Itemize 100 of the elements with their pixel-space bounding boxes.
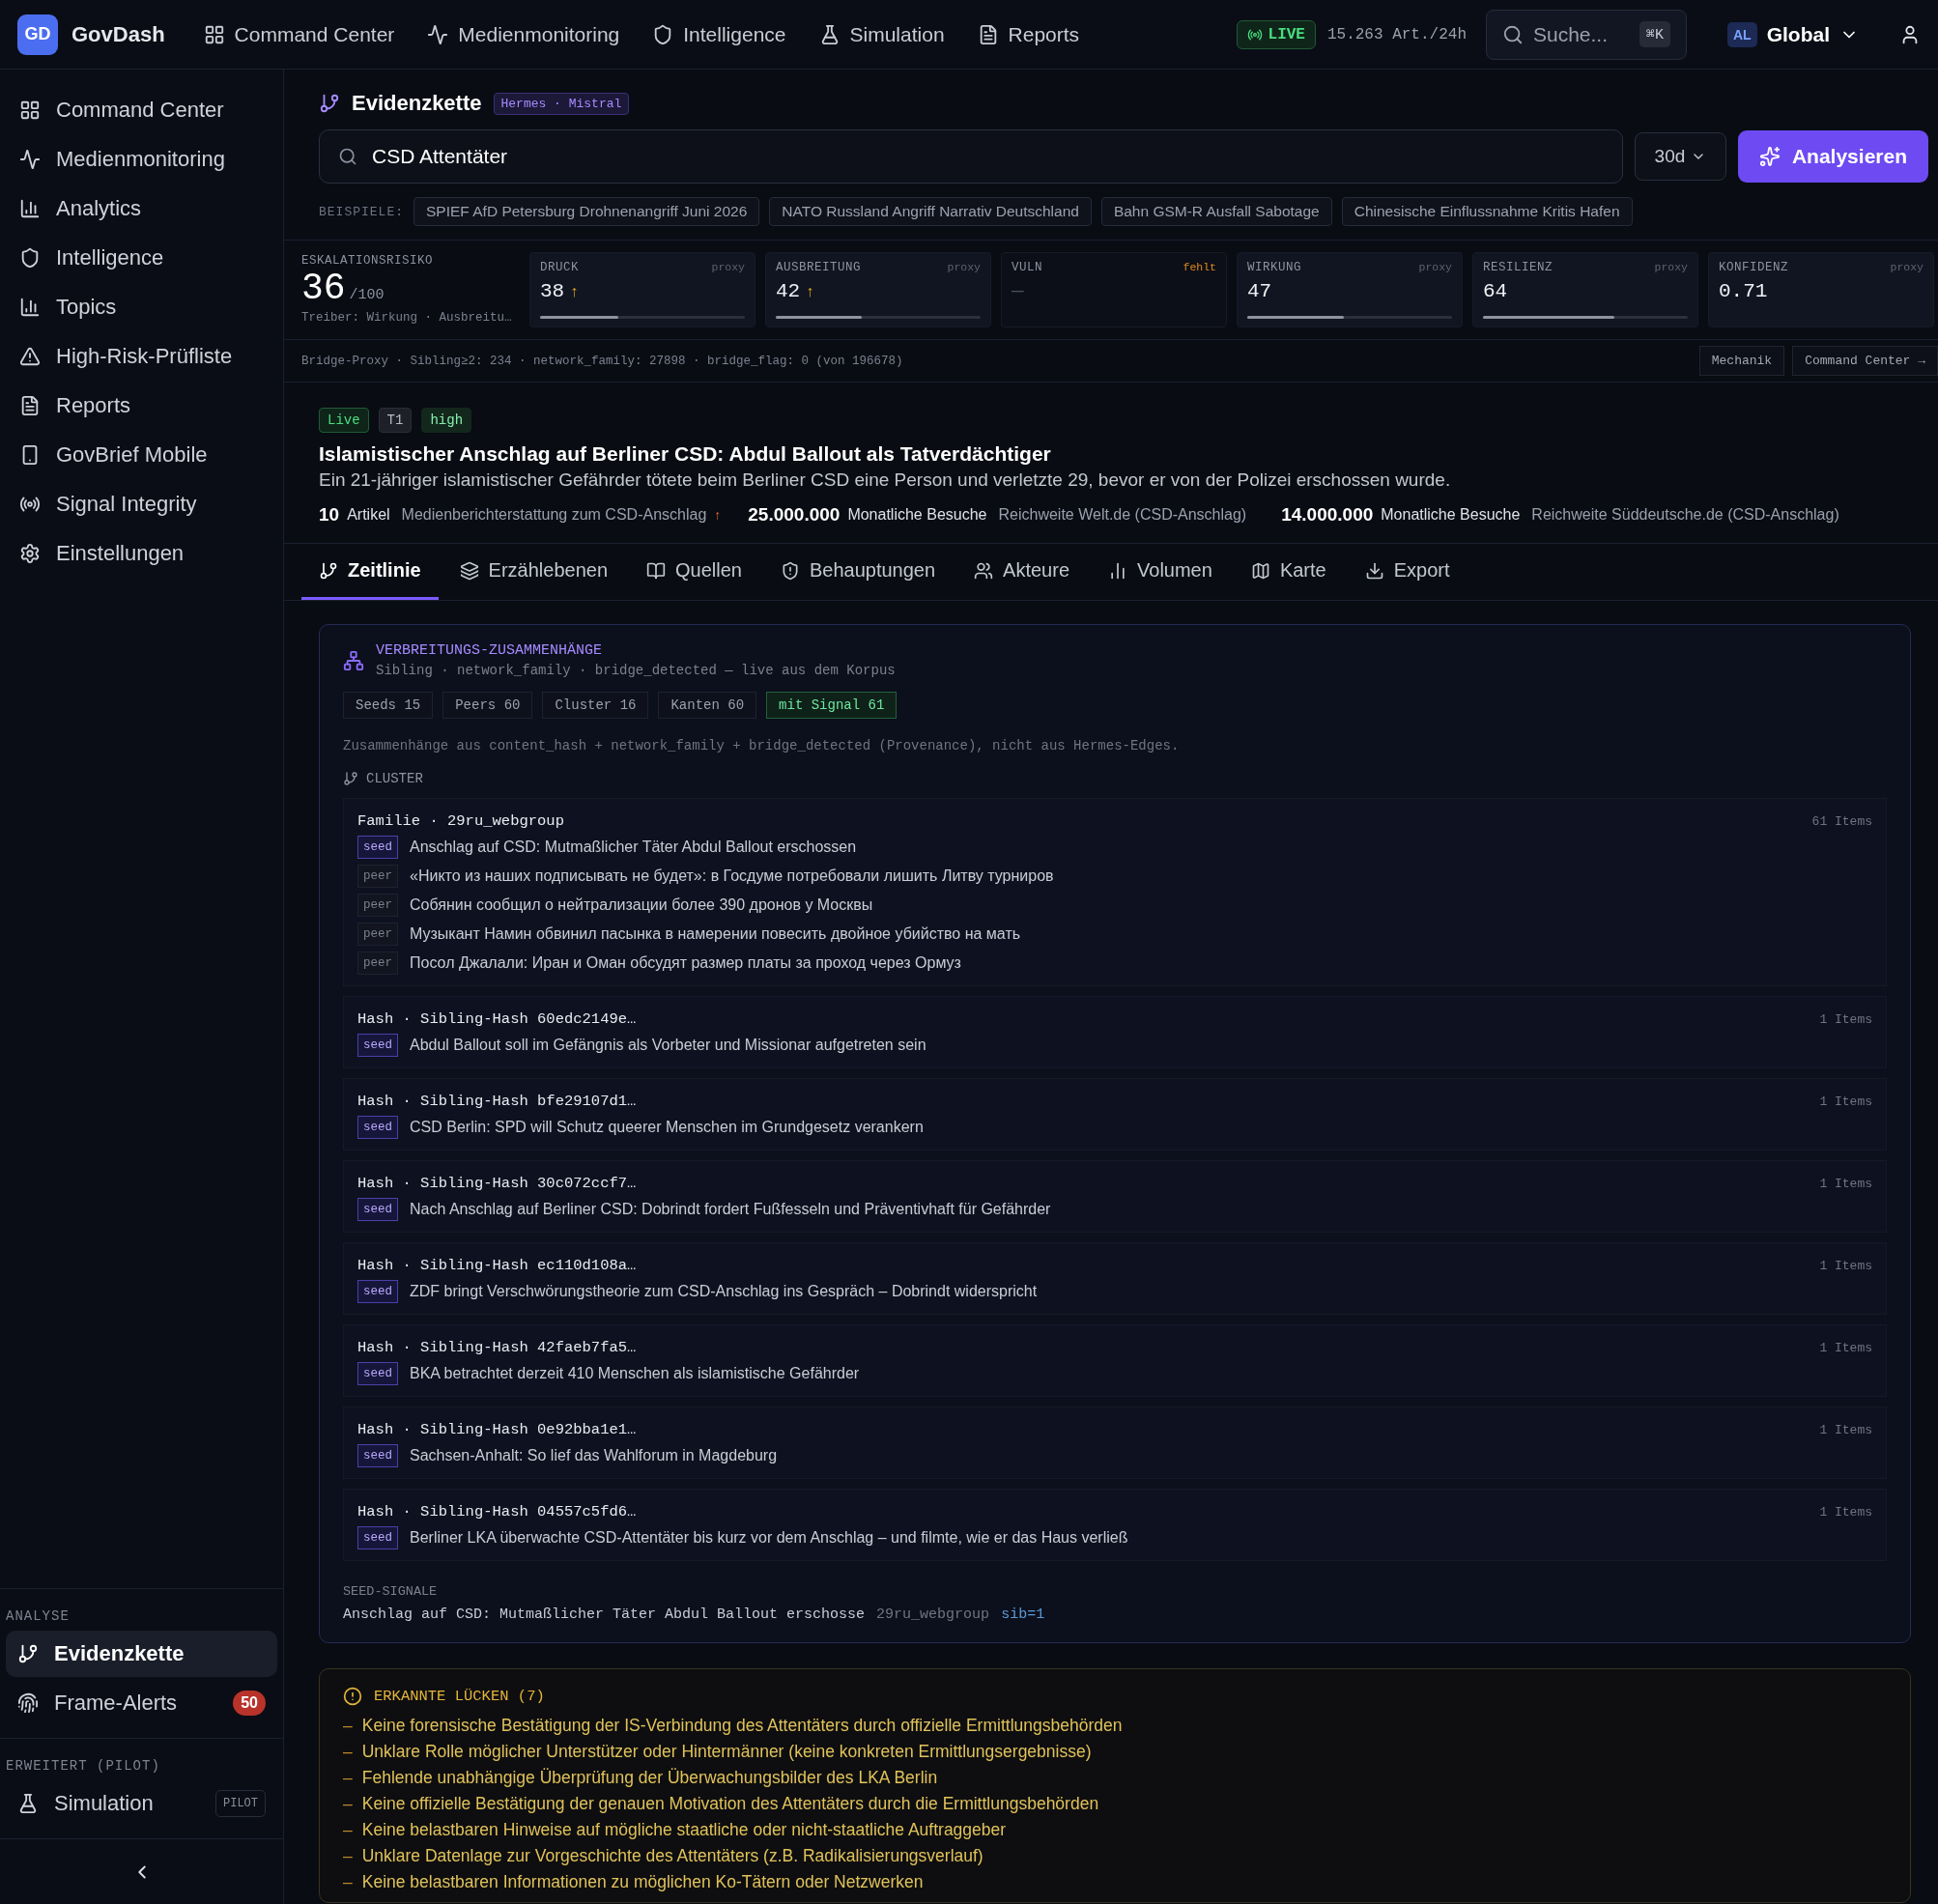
article-title: CSD Berlin: SPD will Schutz queerer Menschen im Grundgesetz verankern xyxy=(410,1119,924,1136)
metric-label: DRUCK xyxy=(540,261,579,274)
branch-icon xyxy=(17,1643,39,1664)
panel-subtitle: Sibling · network_family · bridge_detected — live aus dem Korpus xyxy=(376,663,896,678)
gap-item: Keine belastbaren Informationen zu möglichen Ko-Tätern oder Netzwerken xyxy=(361,1872,924,1892)
seed-signal-text: Anschlag auf CSD: Mutmaßlicher Täter Abdul Ballout erschosse xyxy=(343,1606,866,1623)
example-chip[interactable]: NATO Russland Angriff Narrativ Deutschland xyxy=(769,197,1092,226)
item-count: 1 Items xyxy=(1819,1011,1872,1027)
count-badge: 50 xyxy=(233,1691,266,1716)
count-chip: Kanten 60 xyxy=(658,692,757,719)
query-field[interactable]: CSD Attentäter xyxy=(319,129,1623,184)
metric-label: VULN xyxy=(1012,261,1042,274)
metric-tag: proxy xyxy=(711,261,745,274)
tab[interactable]: Erzählebenen xyxy=(442,544,625,600)
panel-title: VERBREITUNGS-ZUSAMMENHÄNGE xyxy=(376,642,604,659)
example-chip[interactable]: SPIEF AfD Petersburg Drohnenangriff Juni 2026 xyxy=(413,197,760,226)
role-tag: seed xyxy=(357,1526,398,1549)
article-title: Sachsen-Anhalt: So lief das Wahlforum in Magdeburg xyxy=(410,1447,778,1464)
proxy-button[interactable]: Mechanik xyxy=(1698,346,1785,376)
nav-link[interactable]: Command Center xyxy=(203,22,395,46)
cluster-title: Familie · 29ru_webgroup xyxy=(357,812,564,830)
gap-item: Unklare Datenlage zur Vorgeschichte des Attentäters (z.B. Radikalisierungsverlauf) xyxy=(361,1846,983,1866)
example-chip[interactable]: Bahn GSM-R Ausfall Sabotage xyxy=(1100,197,1332,226)
pulse-icon xyxy=(427,23,449,45)
proxy-button[interactable]: Command Center → xyxy=(1792,346,1938,376)
network-icon xyxy=(343,650,364,671)
sidebar-item[interactable]: GovBrief Mobile xyxy=(8,432,275,478)
tab[interactable]: Karte xyxy=(1233,544,1344,600)
sidebar-item[interactable]: Signal Integrity xyxy=(8,481,275,527)
examples-label: BEISPIELE: xyxy=(319,204,404,219)
status-badge: Live xyxy=(319,408,369,433)
tab[interactable]: Behauptungen xyxy=(762,544,954,600)
gap-item: Keine belastbaren Hinweise auf mögliche staatliche oder nicht-staatliche Auftraggeber xyxy=(361,1820,1007,1840)
gap-item: Fehlende unabhängige Überprüfung der Überwachungsbilder des LKA Berlin xyxy=(361,1768,938,1788)
section-title: ERWEITERT (PILOT) xyxy=(6,1757,161,1776)
metric-tag: proxy xyxy=(1418,261,1452,274)
item-count: 1 Items xyxy=(1819,1422,1872,1437)
sidebar-item[interactable]: Reports xyxy=(8,383,275,429)
period-dropdown[interactable]: 30d xyxy=(1634,132,1726,181)
item-count: 1 Items xyxy=(1819,1094,1872,1109)
sidebar-item[interactable]: Analytics xyxy=(8,185,275,232)
cluster-label: CLUSTER xyxy=(366,771,423,786)
tab[interactable]: Export xyxy=(1347,544,1468,600)
stat-value: 14.000.000 xyxy=(1281,504,1374,526)
role-tag: peer xyxy=(357,952,398,975)
stat-description: Reichweite Süddeutsche.de (CSD-Anschlag) xyxy=(1531,506,1839,524)
stat-value: 25.000.000 xyxy=(748,504,841,526)
document-icon xyxy=(19,395,41,416)
tab[interactable]: Akteure xyxy=(956,544,1088,600)
sidebar-item[interactable]: High-Risk-Prüfliste xyxy=(8,333,275,380)
gap-item: Keine offizielle Bestätigung der genauen Motivation des Attentäters durch die Ermittlungsbehörden xyxy=(361,1794,1099,1814)
tab[interactable]: Zeitlinie xyxy=(301,544,439,600)
sparkles-icon xyxy=(1758,146,1781,167)
layers-icon xyxy=(459,560,479,581)
sidebar-item[interactable]: Intelligence xyxy=(8,235,275,281)
nav-link[interactable]: Simulation xyxy=(818,22,945,46)
tab[interactable]: Volumen xyxy=(1091,544,1230,600)
status-badge: high xyxy=(421,408,472,433)
grid-icon xyxy=(203,23,225,45)
story-title: Islamistischer Anschlag auf Berliner CSD: Abdul Ballout als Tatverdächtiger xyxy=(319,442,1052,466)
bullet: – xyxy=(343,1820,353,1840)
gaps-title: ERKANNTE LÜCKEN (7) xyxy=(374,1688,545,1705)
sidebar-item[interactable]: Topics xyxy=(8,284,275,330)
sibling-count: sib=1 xyxy=(1001,1606,1045,1623)
nav-link[interactable]: Medienmonitoring xyxy=(427,22,620,46)
trend-arrow: ↑ xyxy=(714,507,722,523)
sidebar-item[interactable]: Einstellungen xyxy=(8,530,275,577)
model-tag: Hermes · Mistral xyxy=(493,92,630,115)
cluster-title: Hash · Sibling-Hash 04557c5fd6… xyxy=(357,1503,637,1520)
article-title: BKA betrachtet derzeit 410 Menschen als islamistische Gefährder xyxy=(410,1365,860,1382)
article-title: Abdul Ballout soll im Gefängnis als Vorbeter und Missionar aufgetreten sein xyxy=(410,1037,926,1054)
stat-description: Medienberichterstattung zum CSD-Anschlag xyxy=(401,506,707,524)
sidebar-item[interactable]: Medienmonitoring xyxy=(8,136,275,183)
gap-item: Unklare Rolle möglicher Unterstützer oder Hintermänner (keine konkreten Ermittlungsergebnisse) xyxy=(361,1742,1092,1762)
provenance-note: Zusammenhänge aus content_hash + network_family + bridge_detected (Provenance), nicht aus Hermes-Edges. xyxy=(343,738,1181,753)
metric-label: RESILIENZ xyxy=(1483,261,1553,274)
article-title: Nach Anschlag auf Berliner CSD: Dobrindt fordert Fußfesseln und Präventivhaft für Gefährder xyxy=(410,1201,1051,1218)
book-icon xyxy=(646,560,666,581)
tab[interactable]: Quellen xyxy=(629,544,759,600)
role-tag: seed xyxy=(357,1116,398,1139)
metric-label: AUSBREITUNG xyxy=(776,261,861,274)
role-tag: seed xyxy=(357,836,398,859)
scope-selector[interactable]: AL Global xyxy=(1722,20,1865,48)
risk-scale: /100 xyxy=(349,287,385,303)
nav-link[interactable]: Reports xyxy=(977,22,1080,46)
sidebar-item[interactable]: Evidenzkette xyxy=(6,1631,277,1677)
sidebar-item[interactable]: Frame-Alerts 50 xyxy=(6,1680,277,1726)
article-title: ZDF bringt Verschwörungstheorie zum CSD-Anschlag ins Gespräch – Dobrindt widerspricht xyxy=(410,1283,1038,1300)
metric-label: WIRKUNG xyxy=(1247,261,1301,274)
example-chip[interactable]: Chinesische Einflussnahme Kritis Hafen xyxy=(1341,197,1633,226)
stat-unit: Monatliche Besuche xyxy=(847,506,987,524)
sidebar-item[interactable]: Simulation PILOT xyxy=(6,1780,277,1827)
cluster-title: Hash · Sibling-Hash 42faeb7fa5… xyxy=(357,1339,637,1356)
flask-icon xyxy=(17,1793,39,1814)
count-chip: mit Signal 61 xyxy=(766,692,898,719)
search-field[interactable]: Suche... ⌘K xyxy=(1486,9,1687,60)
nav-link[interactable]: Intelligence xyxy=(652,22,786,46)
analyze-button[interactable]: Analysieren xyxy=(1737,130,1928,183)
role-tag: seed xyxy=(357,1280,398,1303)
sidebar-item[interactable]: Command Center xyxy=(8,87,275,133)
